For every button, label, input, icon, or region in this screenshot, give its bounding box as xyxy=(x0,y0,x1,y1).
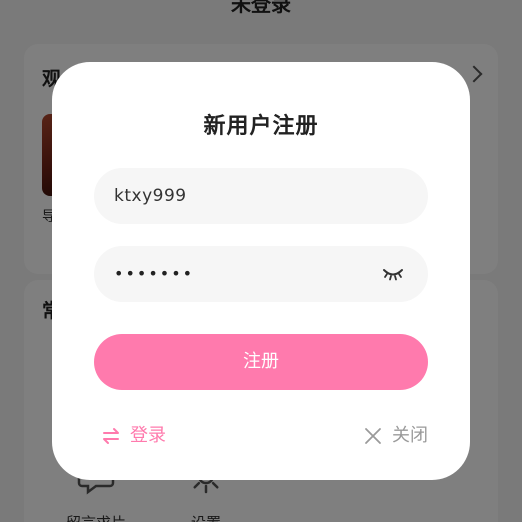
register-dialog: 新用户注册 ktxy999 ••••••• 注册 登录 关闭 xyxy=(52,62,470,480)
username-value: ktxy999 xyxy=(114,186,187,206)
close-dialog-label: 关闭 xyxy=(392,425,428,446)
switch-to-login-label: 登录 xyxy=(130,425,166,446)
dialog-title: 新用户注册 xyxy=(203,114,319,139)
password-value: ••••••• xyxy=(114,264,195,283)
swap-icon xyxy=(103,428,119,444)
register-button[interactable]: 注册 xyxy=(94,334,428,390)
switch-to-login-button[interactable]: 登录 xyxy=(102,422,166,450)
close-icon xyxy=(365,428,381,444)
username-field[interactable]: ktxy999 xyxy=(94,168,428,224)
eye-closed-icon[interactable] xyxy=(382,266,404,282)
password-field[interactable]: ••••••• xyxy=(94,246,428,302)
app-screen: 未登录 观 导 常 留言求片 设置 新用户注册 ktxy999 ••••••• xyxy=(0,0,522,522)
close-dialog-button[interactable]: 关闭 xyxy=(364,422,428,450)
